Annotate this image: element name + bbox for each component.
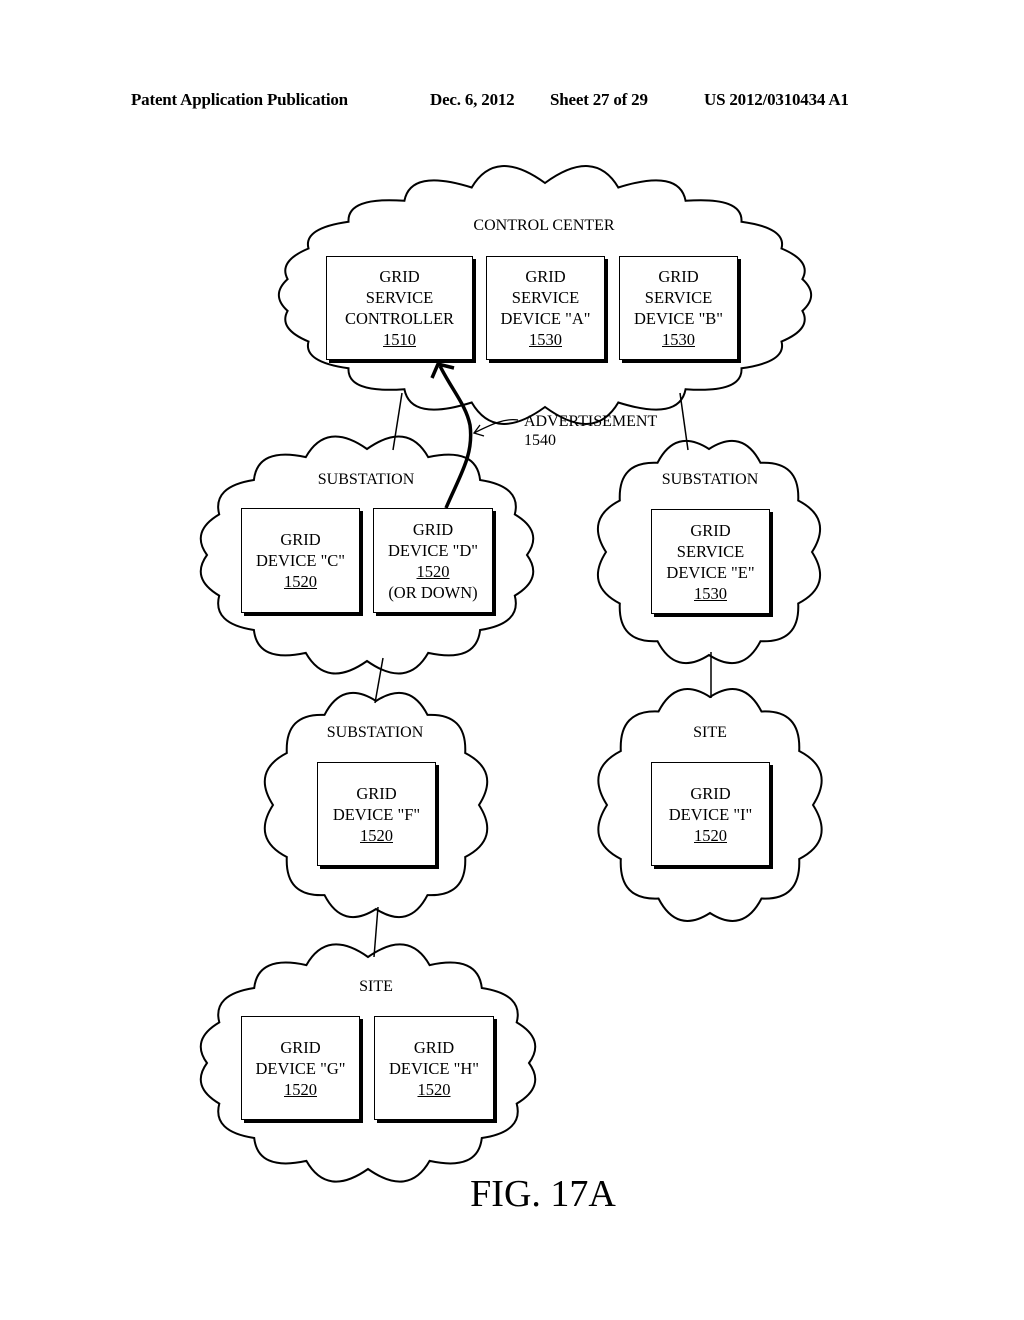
box-line: DEVICE "C" xyxy=(255,551,346,570)
box-ref: 1520 xyxy=(284,1079,317,1099)
box-line: SERVICE xyxy=(511,288,580,307)
cloud-label-control-center: CONTROL CENTER xyxy=(473,217,615,234)
cloud-label-substation-2: SUBSTATION xyxy=(661,471,759,488)
box-ref: 1530 xyxy=(694,583,727,603)
diagram-canvas xyxy=(199,165,823,1183)
box-line: GRID xyxy=(412,519,454,539)
grid-device-f-box: GRID DEVICE "F" 1520 xyxy=(317,762,436,866)
advertisement-label: ADVERTISEMENT xyxy=(524,413,658,430)
box-line: GRID xyxy=(525,267,566,286)
box-line: GRID xyxy=(280,1037,321,1057)
box-ref: 1520 xyxy=(284,572,317,591)
advertisement-ref: 1540 xyxy=(524,432,556,449)
box-line: DEVICE "G" xyxy=(255,1058,346,1078)
grid-service-device-a-box: GRID SERVICE DEVICE "A" 1530 xyxy=(486,256,605,360)
box-line: SERVICE xyxy=(644,288,713,307)
grid-service-device-b-box: GRID SERVICE DEVICE "B" 1530 xyxy=(619,256,738,360)
box-line: DEVICE "H" xyxy=(388,1058,479,1078)
box-ref: 1520 xyxy=(360,825,393,845)
box-ref: 1530 xyxy=(529,330,562,349)
figure-caption: FIG. 17A xyxy=(470,1173,616,1215)
box-ref: 1520 xyxy=(694,825,727,845)
grid-device-d-box: GRID DEVICE "D" 1520 (OR DOWN) xyxy=(373,508,493,613)
box-line: SERVICE xyxy=(676,541,745,561)
grid-service-controller-box: GRID SERVICE CONTROLLER 1510 xyxy=(326,256,473,360)
cloud-label-site-1: SITE xyxy=(359,978,393,995)
link-substation3-site1 xyxy=(373,906,379,958)
box-line: GRID xyxy=(658,267,699,286)
cloud-label-substation-3: SUBSTATION xyxy=(326,724,424,741)
box-line: DEVICE "D" xyxy=(387,540,478,560)
box-line: GRID xyxy=(379,267,420,286)
grid-device-g-box: GRID DEVICE "G" 1520 xyxy=(241,1016,360,1120)
cloud-label-site-2: SITE xyxy=(693,724,727,741)
box-line: GRID xyxy=(690,783,731,803)
box-ref: 1530 xyxy=(662,330,695,349)
grid-service-device-e-box: GRID SERVICE DEVICE "E" 1530 xyxy=(651,509,770,614)
grid-device-c-box: GRID DEVICE "C" 1520 xyxy=(241,508,360,613)
grid-device-h-box: GRID DEVICE "H" 1520 xyxy=(374,1016,494,1120)
grid-device-i-box: GRID DEVICE "I" 1520 xyxy=(651,762,770,866)
box-line: CONTROLLER xyxy=(344,309,455,328)
box-line: GRID xyxy=(413,1037,455,1057)
box-line: DEVICE "B" xyxy=(633,309,724,328)
box-line: DEVICE "F" xyxy=(332,804,421,824)
box-ref: 1510 xyxy=(383,330,416,349)
box-line: DEVICE "A" xyxy=(500,309,591,328)
cloud-label-substation-1: SUBSTATION xyxy=(317,471,415,488)
box-line: SERVICE xyxy=(365,288,434,307)
box-ref: 1520 xyxy=(416,561,450,581)
box-note: (OR DOWN) xyxy=(388,582,478,602)
box-line: GRID xyxy=(280,530,321,549)
advertisement-callout: ADVERTISEMENT 1540 xyxy=(524,412,657,450)
box-ref: 1520 xyxy=(417,1079,451,1099)
box-line: DEVICE "I" xyxy=(668,804,753,824)
box-line: GRID xyxy=(690,520,731,540)
box-line: DEVICE "E" xyxy=(666,562,755,582)
box-line: GRID xyxy=(356,783,397,803)
